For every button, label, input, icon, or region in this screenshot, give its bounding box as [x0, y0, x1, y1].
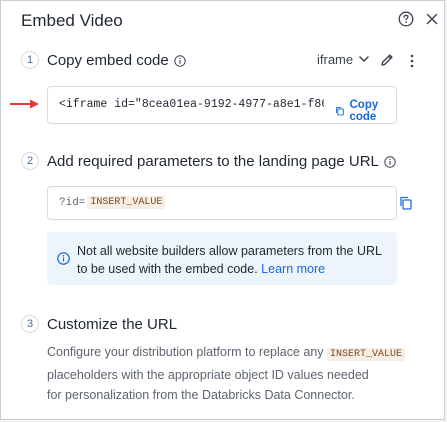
url-parameter-field[interactable]: ?id= INSERT_VALUE: [47, 186, 412, 220]
edit-button[interactable]: [379, 52, 395, 68]
info-callout: Not all website builders allow parameter…: [47, 232, 397, 285]
copy-icon: [336, 106, 344, 116]
url-parameter-text: ?id= INSERT_VALUE: [59, 196, 166, 209]
close-button[interactable]: [423, 10, 441, 28]
step-1-number: 1: [21, 51, 39, 69]
step-1-title-row: Copy embed code: [47, 52, 186, 69]
step-3-desc-line-3: for personalization from the Databricks …: [47, 388, 355, 402]
insert-value-placeholder: INSERT_VALUE: [87, 196, 166, 209]
url-parameter-prefix: ?id=: [59, 196, 86, 209]
learn-more-link[interactable]: Learn more: [261, 262, 325, 276]
step-3-desc-line-1: Configure your distribution platform to …: [47, 342, 427, 365]
help-circle-icon: [398, 11, 414, 27]
embed-code-text: <iframe id="8cea01ea-9192-4977-a8e1-f869…: [59, 98, 324, 111]
step-2-number: 2: [21, 152, 39, 170]
pointer-arrow-icon: [10, 99, 39, 109]
help-button[interactable]: [397, 10, 415, 28]
copy-url-button[interactable]: [399, 196, 413, 210]
close-icon: [426, 13, 438, 25]
step-2-title: Add required parameters to the landing p…: [47, 153, 379, 170]
more-vertical-icon: [410, 54, 414, 68]
copy-code-label: Copy code: [349, 99, 379, 123]
callout-message: Not all website builders allow parameter…: [77, 242, 392, 278]
dialog-title: Embed Video: [21, 11, 123, 30]
info-icon: [57, 252, 70, 265]
step-2-title-row: Add required parameters to the landing p…: [47, 153, 396, 170]
insert-value-placeholder: INSERT_VALUE: [327, 348, 406, 361]
embed-format-select[interactable]: iframe: [317, 52, 369, 67]
callout-text: Not all website builders allow parameter…: [77, 244, 382, 276]
pencil-icon: [381, 54, 393, 66]
step-3-desc-text-1: Configure your distribution platform to …: [47, 345, 324, 359]
copy-icon: [400, 196, 412, 210]
info-icon: [384, 155, 396, 168]
embed-format-value: iframe: [317, 52, 354, 67]
step-3-title: Customize the URL: [47, 316, 178, 333]
copy-code-button[interactable]: Copy code: [335, 99, 396, 123]
info-icon: [174, 54, 186, 67]
step-3-description: Configure your distribution platform to …: [47, 342, 427, 405]
chevron-down-icon: [359, 56, 369, 62]
more-options-button[interactable]: [407, 53, 417, 69]
step-3-number: 3: [21, 315, 39, 333]
step-3-desc-line-2: placeholders with the appropriate object…: [47, 368, 369, 382]
embed-code-field[interactable]: <iframe id="8cea01ea-9192-4977-a8e1-f869…: [47, 86, 397, 124]
embed-video-dialog: Embed Video 1 Copy embed code iframe <if…: [0, 0, 445, 420]
step-1-title: Copy embed code: [47, 52, 169, 69]
